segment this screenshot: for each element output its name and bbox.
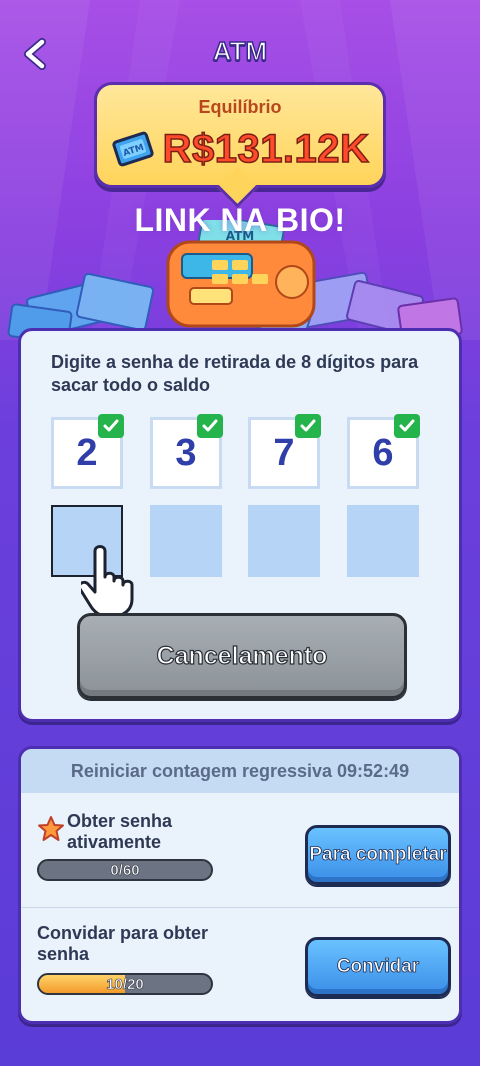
digit-box-1: 2 xyxy=(51,414,124,489)
balance-value: R$131.12K xyxy=(162,126,370,172)
progress-text: 10/20 xyxy=(106,975,144,993)
divider xyxy=(21,907,459,908)
task-title-active: Obter senha ativamente xyxy=(67,811,173,852)
digit-value: 3 xyxy=(175,431,197,474)
digit-value: 7 xyxy=(273,431,295,474)
cancel-button[interactable]: Cancelamento xyxy=(77,613,407,699)
complete-button[interactable]: Para completar xyxy=(305,825,451,885)
balance-label: Equilíbrio xyxy=(198,97,282,117)
digit-box-6[interactable] xyxy=(150,505,222,577)
digit-box-3: 7 xyxy=(248,414,321,489)
pointer-hand-icon xyxy=(81,545,134,617)
page-title: ATM xyxy=(212,35,268,67)
digit-value: 2 xyxy=(76,431,98,474)
digit-box-7[interactable] xyxy=(248,505,320,577)
digit-value: 6 xyxy=(372,431,394,474)
password-panel: Digite a senha de retirada de 8 dígitos … xyxy=(18,328,462,722)
task-progress-active: 0/60 xyxy=(37,859,213,881)
invite-button[interactable]: Convidar xyxy=(305,937,451,997)
check-icon xyxy=(197,414,223,438)
countdown-text: Reiniciar contagem regressiva 09:52:49 xyxy=(21,749,459,793)
check-icon xyxy=(98,414,124,438)
digit-box-8[interactable] xyxy=(347,505,419,577)
balance-row: ATM R$131.12K xyxy=(97,123,383,175)
banner-text: LINK NA BIO! xyxy=(134,202,346,238)
check-icon xyxy=(295,414,321,438)
digit-box-2: 3 xyxy=(150,414,223,489)
task-progress-invite: 10/20 xyxy=(37,973,213,995)
digit-box-4: 6 xyxy=(347,414,420,489)
ticket-icon: ATM xyxy=(111,131,154,167)
check-icon xyxy=(394,414,420,438)
star-icon xyxy=(38,816,64,841)
progress-text: 0/60 xyxy=(110,861,140,879)
instruction-text: Digite a senha de retirada de 8 dígitos … xyxy=(51,352,419,395)
task-title-invite: Convidar para obter senha xyxy=(37,923,209,964)
balance-card: Equilíbrio ATM R$131.12K xyxy=(94,82,386,188)
tasks-panel: Reiniciar contagem regressiva 09:52:49 O… xyxy=(18,746,462,1024)
